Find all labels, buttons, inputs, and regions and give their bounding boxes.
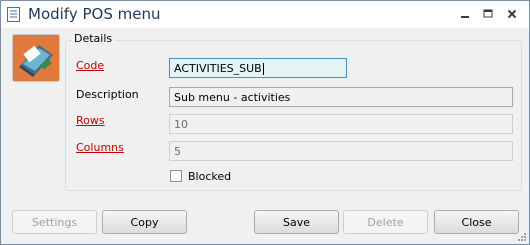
copy-button[interactable]: Copy — [102, 210, 187, 234]
settings-button[interactable]: Settings — [12, 210, 97, 234]
description-value: Sub menu - activities — [174, 91, 291, 104]
blocked-checkbox[interactable] — [170, 170, 182, 182]
title-bar[interactable]: Modify POS menu — [1, 1, 529, 28]
minimize-icon — [460, 15, 469, 18]
resize-grip-icon[interactable] — [515, 230, 527, 242]
text-caret — [262, 63, 264, 75]
maximize-icon — [483, 9, 492, 17]
rows-label[interactable]: Rows — [76, 114, 105, 127]
pos-menu-icon — [12, 34, 60, 82]
description-input[interactable]: Sub menu - activities — [169, 87, 513, 107]
code-value: ACTIVITIES_SUB — [174, 62, 262, 75]
window-title: Modify POS menu — [28, 5, 161, 23]
rows-input[interactable]: 10 — [169, 114, 513, 134]
rows-value: 10 — [174, 118, 188, 131]
close-button[interactable]: Close — [434, 210, 519, 234]
save-button[interactable]: Save — [254, 210, 339, 234]
dialog-window: Modify POS menu Details Code ACTIVITIES_… — [0, 0, 530, 245]
minimize-button[interactable] — [454, 4, 475, 23]
code-label[interactable]: Code — [76, 59, 104, 72]
code-input[interactable]: ACTIVITIES_SUB — [169, 58, 347, 78]
blocked-label[interactable]: Blocked — [188, 170, 231, 183]
columns-value: 5 — [174, 145, 181, 158]
close-window-button[interactable] — [501, 4, 522, 23]
columns-label[interactable]: Columns — [76, 141, 124, 154]
maximize-button[interactable] — [477, 4, 498, 23]
document-icon — [7, 7, 20, 22]
description-label: Description — [76, 88, 139, 101]
delete-button[interactable]: Delete — [343, 210, 428, 234]
details-group-title: Details — [72, 32, 115, 45]
close-icon — [507, 9, 516, 18]
columns-input[interactable]: 5 — [169, 141, 513, 161]
